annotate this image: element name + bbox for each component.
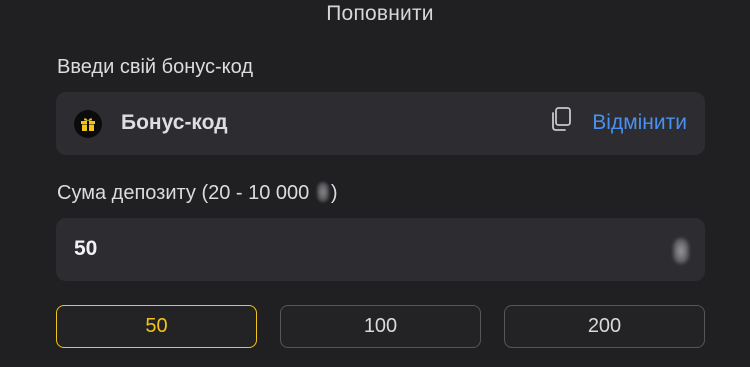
page-title: Поповнити: [326, 2, 434, 25]
cancel-bonus-button[interactable]: Відмінити: [592, 111, 687, 135]
deposit-amount-label-suffix: ): [330, 182, 338, 204]
copy-icon[interactable]: [549, 106, 573, 132]
deposit-amount-field[interactable]: [56, 218, 705, 281]
quick-amount-50-button[interactable]: 50: [56, 305, 257, 348]
bonus-code-field[interactable]: Бонус-код Відмінити: [56, 92, 705, 155]
quick-amount-200-button[interactable]: 200: [504, 305, 705, 348]
deposit-amount-label: Сума депозиту (20 - 10 000 ): [57, 182, 338, 205]
currency-icon: [316, 182, 329, 202]
bonus-code-value: Бонус-код: [121, 111, 228, 134]
currency-icon: [673, 238, 689, 264]
deposit-amount-label-text: Сума депозиту (20 - 10 000: [57, 182, 315, 204]
gift-icon: [74, 110, 102, 138]
quick-amount-100-button[interactable]: 100: [280, 305, 481, 348]
bonus-code-label: Введи свій бонус-код: [57, 56, 254, 78]
deposit-amount-input[interactable]: [74, 237, 634, 261]
